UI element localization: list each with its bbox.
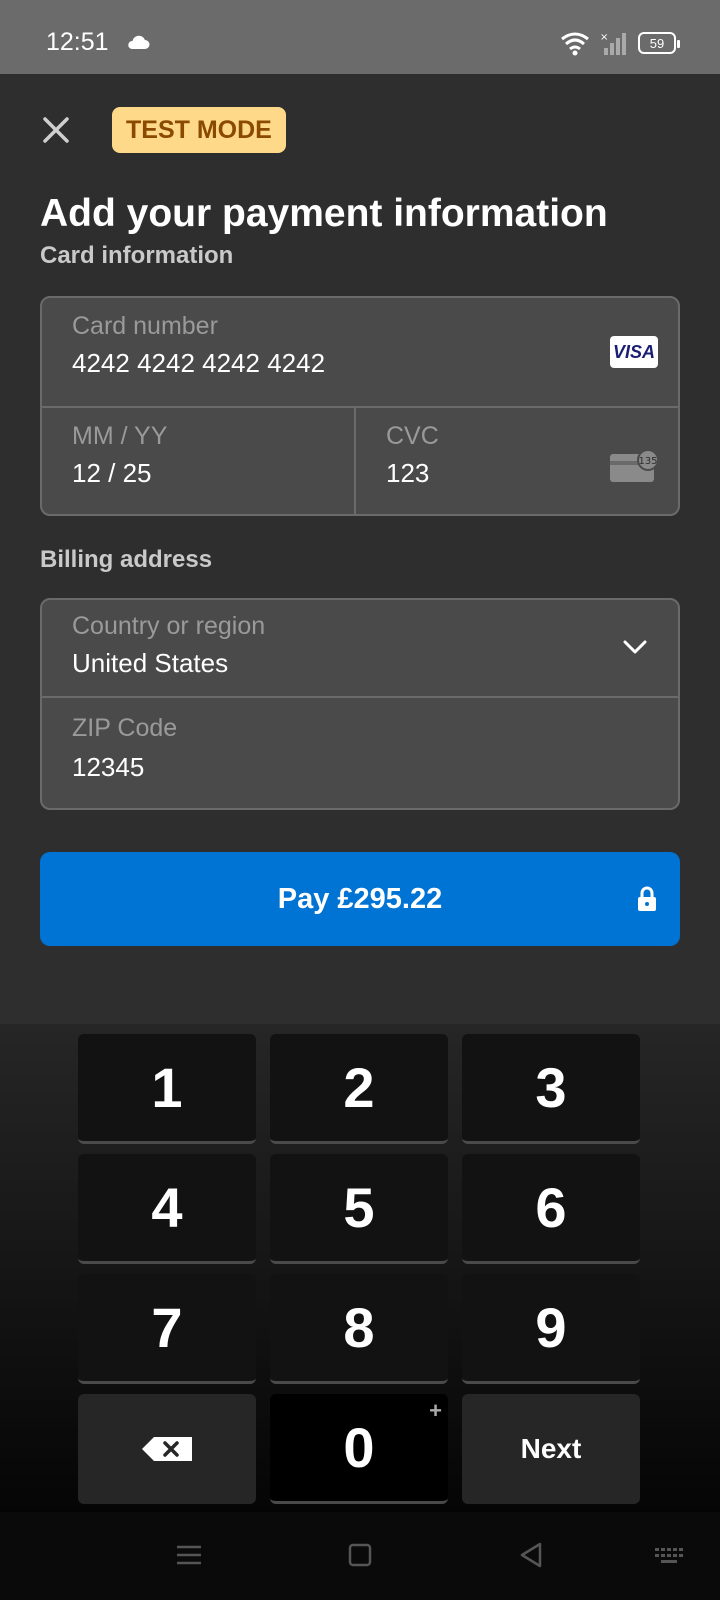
test-mode-badge: TEST MODE [112,107,286,153]
country-label: Country or region [72,612,266,640]
billing-address-box: Country or region United States ZIP Code… [40,598,680,810]
pay-button-label: Pay £295.22 [277,882,443,915]
svg-text:×: × [600,32,608,43]
status-time: 12:51 [46,28,109,56]
key-2[interactable]: 2 [270,1034,448,1144]
close-icon[interactable] [36,110,76,150]
keyboard-icon[interactable] [654,1540,684,1570]
backspace-key[interactable] [78,1394,256,1504]
battery-icon: 59 [638,32,680,54]
card-number-value: 4242 4242 4242 4242 [72,348,326,378]
expiry-value: 12 / 25 [72,458,152,488]
cvc-value: 123 [386,458,430,488]
status-bar: 12:51 × 59 [0,0,720,74]
wifi-icon [561,32,589,56]
card-number-field[interactable]: Card number 4242 4242 4242 4242 VISA [42,298,678,406]
payment-sheet: TEST MODE Add your payment information C… [0,74,720,1024]
key-8[interactable]: 8 [270,1274,448,1384]
key-7[interactable]: 7 [78,1274,256,1384]
card-section-label: Card information [40,242,234,269]
signal-icon: × [600,32,626,55]
card-info-box: Card number 4242 4242 4242 4242 VISA MM … [40,296,680,516]
billing-section-label: Billing address [40,546,213,573]
pay-button[interactable]: Pay £295.22 [40,852,680,946]
cvc-label: CVC [386,422,439,450]
country-select[interactable]: Country or region United States [42,600,678,696]
navigation-bar [0,1512,720,1600]
country-value: United States [72,648,229,678]
plus-hint: + [429,1398,442,1423]
cvc-field[interactable]: CVC 123 135 [356,408,678,514]
page-title: Add your payment information [40,192,608,235]
next-key[interactable]: Next [462,1394,640,1504]
back-icon[interactable] [516,1540,546,1570]
lock-icon [638,886,656,911]
home-icon[interactable] [345,1540,375,1570]
cloud-icon [128,35,150,49]
card-number-label: Card number [72,312,218,340]
expiry-field[interactable]: MM / YY 12 / 25 [42,408,355,514]
card-cvc-icon: 135 [610,449,659,482]
zip-field[interactable]: ZIP Code 12345 [42,698,678,808]
zip-label: ZIP Code [72,714,178,742]
numeric-keyboard: 1 2 3 4 5 6 7 8 9 0 + Next [0,1024,720,1512]
key-3[interactable]: 3 [462,1034,640,1144]
key-6[interactable]: 6 [462,1154,640,1264]
backspace-icon [142,1437,192,1461]
visa-icon: VISA [610,336,658,368]
key-4[interactable]: 4 [78,1154,256,1264]
zip-value: 12345 [72,752,145,782]
expiry-label: MM / YY [72,422,168,450]
cvc-icon-badge: 135 [638,456,657,467]
key-9[interactable]: 9 [462,1274,640,1384]
battery-level: 59 [649,35,665,51]
key-5[interactable]: 5 [270,1154,448,1264]
key-1[interactable]: 1 [78,1034,256,1144]
menu-icon[interactable] [174,1540,204,1570]
key-0[interactable]: 0 + [270,1394,448,1504]
chevron-down-icon [623,640,647,654]
key-0-label: 0 [343,1416,375,1479]
